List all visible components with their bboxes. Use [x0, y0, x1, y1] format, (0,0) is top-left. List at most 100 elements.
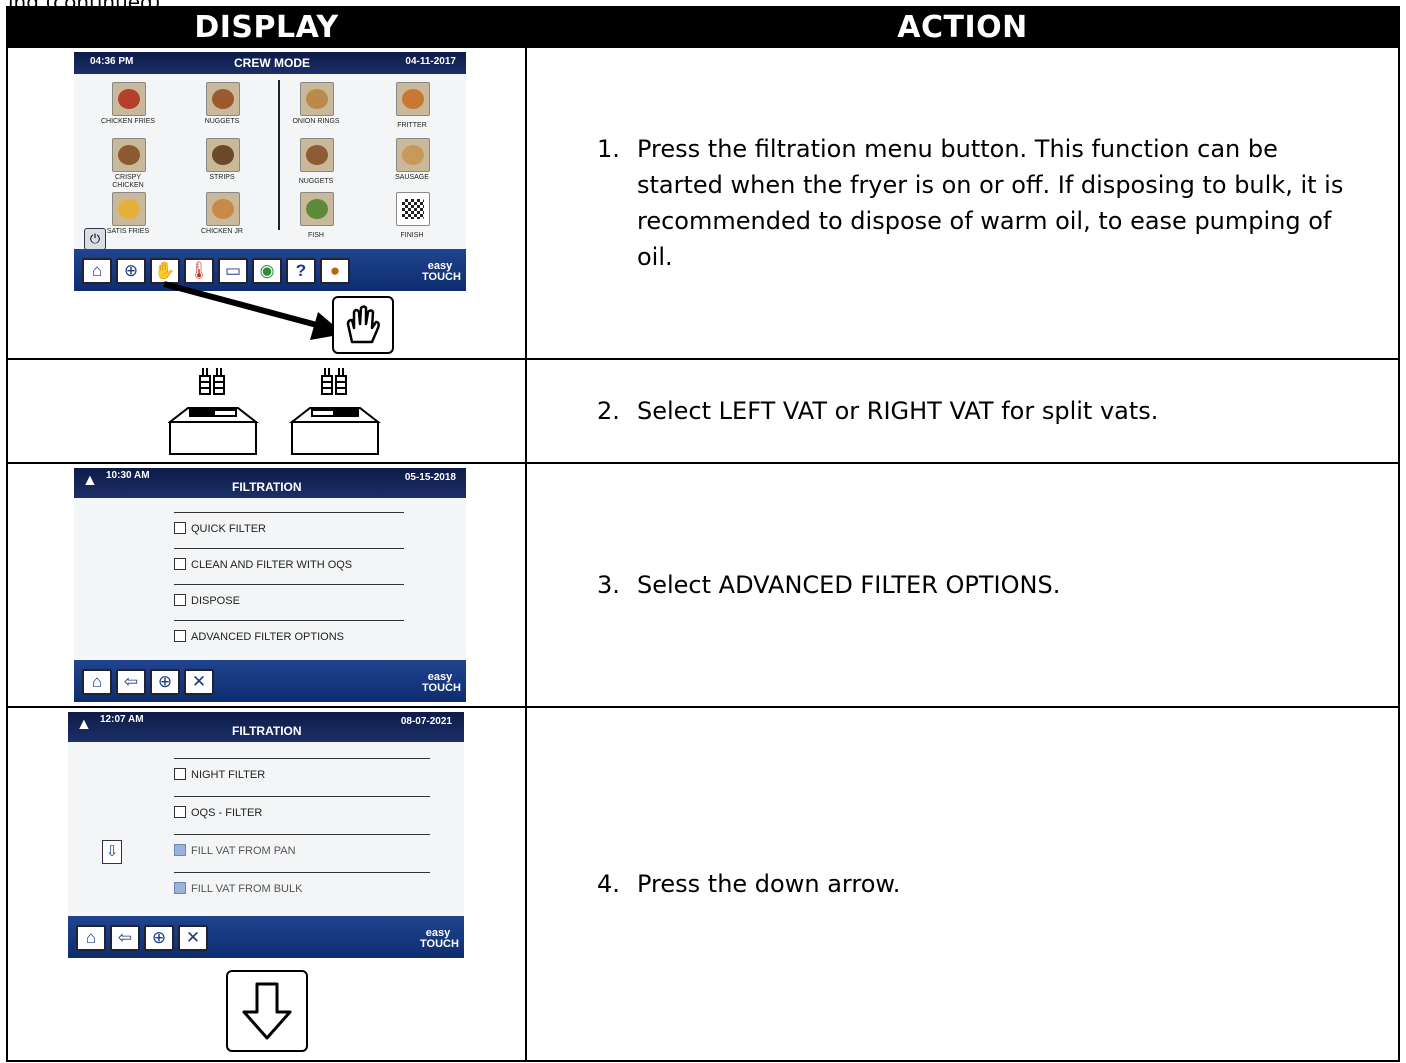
food-icon[interactable] — [206, 192, 240, 226]
finish-flag-icon[interactable] — [396, 192, 430, 226]
filter-hand-icon-callout — [332, 296, 394, 354]
right-vat-icon — [289, 368, 381, 455]
step-4: 4. Press the down arrow. — [527, 866, 1398, 902]
screen-header: ▲ 10:30 AM FILTRATION 05-15-2018 — [74, 468, 466, 498]
checkbox[interactable] — [174, 768, 186, 780]
checkbox[interactable] — [174, 558, 186, 570]
food-label: ONION RINGS — [292, 118, 340, 125]
home-icon[interactable]: ⌂ — [82, 669, 112, 695]
display-cell — [6, 358, 527, 464]
step-1: 1. Press the filtration menu button. Thi… — [527, 131, 1398, 275]
option-label: FILL VAT FROM PAN — [191, 845, 296, 857]
step-text: Press the filtration menu button. This f… — [637, 135, 1344, 271]
screen-time: 04:36 PM — [90, 56, 134, 67]
display-cell: ▲ 12:07 AM FILTRATION 08-07-2021 NIGHT F… — [6, 706, 527, 1062]
food-icon[interactable] — [300, 82, 334, 116]
step-text: Select LEFT VAT or RIGHT VAT for split v… — [637, 397, 1159, 425]
fryer-logo-icon: ▲ — [82, 472, 98, 489]
option-separator — [174, 872, 430, 873]
globe-icon[interactable]: ⊕ — [116, 258, 146, 284]
screen-header: 04:36 PM CREW MODE 04-11-2017 — [74, 52, 466, 74]
option-dispose[interactable]: DISPOSE — [174, 594, 240, 607]
option-label: FILL VAT FROM BULK — [191, 883, 303, 895]
food-icon[interactable] — [396, 82, 430, 116]
option-night-filter[interactable]: NIGHT FILTER — [174, 768, 265, 781]
action-cell: 2. Select LEFT VAT or RIGHT VAT for spli… — [525, 358, 1400, 464]
option-advanced-filter[interactable]: ADVANCED FILTER OPTIONS — [174, 630, 344, 643]
food-label: NUGGETS — [298, 178, 334, 185]
globe-icon[interactable]: ⊕ — [144, 925, 174, 951]
food-label: CRISPY CHICKEN — [112, 174, 144, 189]
step-number: 3. — [597, 571, 620, 599]
screen-title: FILTRATION — [232, 724, 302, 738]
option-clean-filter-oqs[interactable]: CLEAN AND FILTER WITH OQS — [174, 558, 352, 571]
food-icon[interactable] — [300, 138, 334, 172]
table-row: 2. Select LEFT VAT or RIGHT VAT for spli… — [6, 358, 1400, 464]
home-icon[interactable]: ⌂ — [76, 925, 106, 951]
display-column-header: DISPLAY — [6, 6, 527, 48]
food-icon[interactable] — [206, 82, 240, 116]
table-row: ▲ 12:07 AM FILTRATION 08-07-2021 NIGHT F… — [6, 706, 1400, 1062]
food-label: STRIPS — [209, 174, 235, 181]
down-arrow-callout — [226, 970, 308, 1052]
checkbox[interactable] — [174, 594, 186, 606]
screen-bottom-bar: ⌂ ⇦ ⊕ ✕ easy TOUCH — [74, 660, 466, 702]
action-cell: 1. Press the filtration menu button. Thi… — [525, 46, 1400, 360]
instruction-table: DISPLAY ACTION 04:36 PM CREW MODE 04-11-… — [6, 6, 1400, 1062]
screen-date: 05-15-2018 — [404, 472, 456, 483]
back-arrow-icon[interactable]: ⇦ — [110, 925, 140, 951]
food-icon[interactable] — [112, 82, 146, 116]
option-fill-vat-from-pan[interactable]: FILL VAT FROM PAN — [174, 844, 296, 857]
easy-touch-logo: easy TOUCH — [422, 260, 461, 283]
screen-divider — [278, 80, 280, 230]
screen-date: 04-11-2017 — [405, 56, 456, 67]
left-vat-icon — [168, 368, 259, 455]
display-cell: ▲ 10:30 AM FILTRATION 05-15-2018 QUICK F… — [6, 462, 527, 708]
food-icon[interactable] — [112, 138, 146, 172]
screen-time: 10:30 AM — [106, 470, 150, 481]
option-separator — [174, 584, 404, 585]
back-arrow-icon[interactable]: ⇦ — [116, 669, 146, 695]
food-label: NUGGETS — [204, 118, 240, 125]
table-row: ▲ 10:30 AM FILTRATION 05-15-2018 QUICK F… — [6, 462, 1400, 708]
action-column-header: ACTION — [525, 6, 1400, 48]
home-icon[interactable]: ⌂ — [82, 258, 112, 284]
tools-icon[interactable]: ✕ — [184, 669, 214, 695]
food-label: SATIS FRIES — [106, 228, 150, 235]
split-vat-icons — [168, 368, 381, 455]
food-icon[interactable] — [300, 192, 334, 226]
power-button[interactable]: ⏻ — [84, 228, 106, 250]
food-label: FINISH — [400, 232, 424, 239]
checkbox[interactable] — [174, 806, 186, 818]
food-icon[interactable] — [112, 192, 146, 226]
food-label: FRITTER — [397, 122, 427, 129]
food-label: FISH — [308, 232, 324, 239]
checkbox[interactable] — [174, 630, 186, 642]
advanced-filtration-screen: ▲ 12:07 AM FILTRATION 08-07-2021 NIGHT F… — [68, 712, 464, 958]
checkbox[interactable] — [174, 844, 186, 856]
crew-mode-screen: 04:36 PM CREW MODE 04-11-2017 CHICKEN FR… — [74, 52, 466, 291]
checkbox[interactable] — [174, 882, 186, 894]
food-icon[interactable] — [206, 138, 240, 172]
table-row: 04:36 PM CREW MODE 04-11-2017 CHICKEN FR… — [6, 46, 1400, 360]
pointer-arrow — [163, 281, 344, 340]
step-text: Press the down arrow. — [637, 870, 901, 898]
hand-icon — [346, 305, 380, 344]
globe-icon[interactable]: ⊕ — [150, 669, 180, 695]
screen-title: CREW MODE — [234, 56, 310, 70]
food-icon[interactable] — [396, 138, 430, 172]
down-arrow-button[interactable]: ⇩ — [102, 840, 122, 864]
food-label: SAUSAGE — [395, 174, 429, 181]
option-separator — [174, 834, 430, 835]
option-oqs-filter[interactable]: OQS - FILTER — [174, 806, 262, 819]
fryer-logo-icon: ▲ — [76, 716, 92, 733]
screen-bottom-bar: ⌂ ⇦ ⊕ ✕ easy TOUCH — [68, 916, 464, 958]
tools-icon[interactable]: ✕ — [178, 925, 208, 951]
checkbox[interactable] — [174, 522, 186, 534]
screen-title: FILTRATION — [232, 480, 302, 494]
option-label: ADVANCED FILTER OPTIONS — [191, 631, 345, 643]
option-separator — [174, 796, 430, 797]
food-label: CHICKEN FRIES — [100, 118, 156, 125]
option-fill-vat-from-bulk[interactable]: FILL VAT FROM BULK — [174, 882, 302, 895]
option-quick-filter[interactable]: QUICK FILTER — [174, 522, 266, 535]
